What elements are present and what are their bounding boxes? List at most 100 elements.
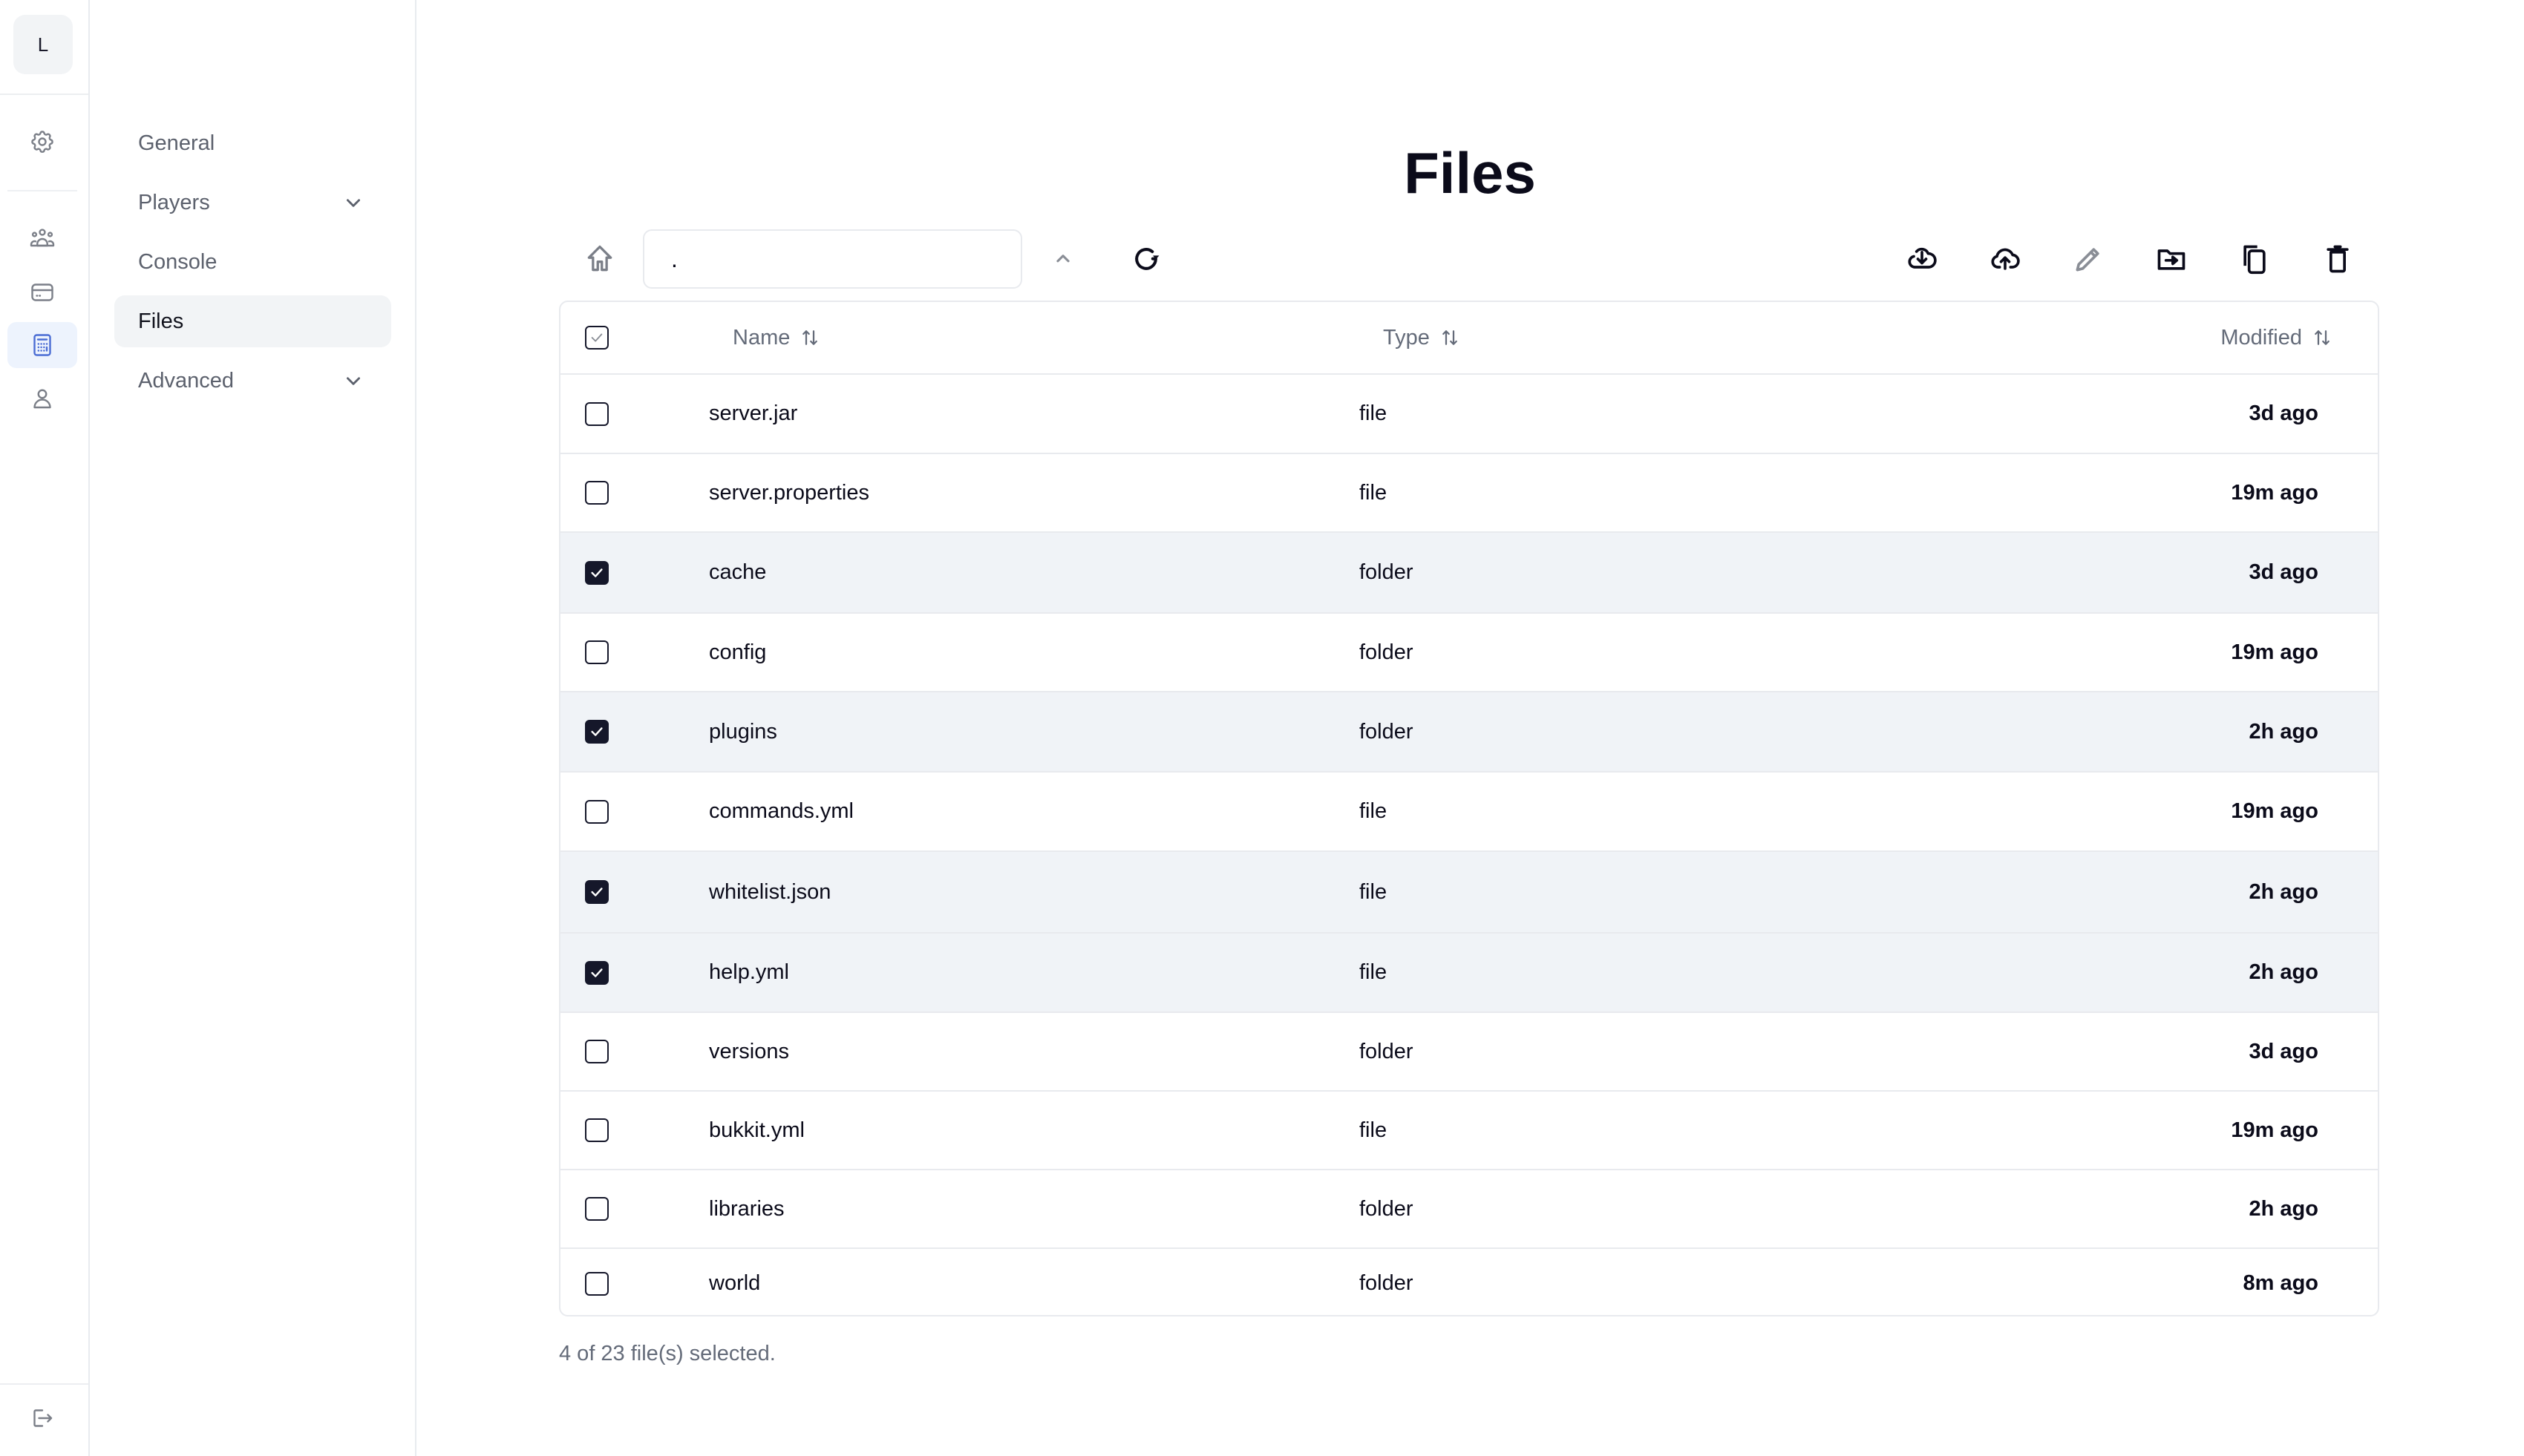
table-row[interactable]: server.properties file 19m ago [560, 454, 2378, 533]
upload-icon [1991, 248, 2020, 270]
file-name[interactable]: config [709, 614, 766, 691]
rename-button[interactable] [2062, 233, 2114, 285]
row-checkbox[interactable] [585, 640, 609, 664]
row-checkbox[interactable] [585, 799, 609, 824]
sort-icon [802, 330, 818, 345]
check-icon [591, 568, 603, 577]
column-header-type[interactable]: Type [1383, 302, 1461, 373]
rail-settings-button[interactable] [7, 119, 77, 165]
row-select-cell [585, 1170, 609, 1247]
sidebar-item-console[interactable]: Console [114, 236, 391, 288]
file-type: file [1359, 879, 1387, 904]
file-modified: 19m ago [2231, 640, 2318, 664]
table-row[interactable]: bukkit.yml file 19m ago [560, 1092, 2378, 1170]
file-name[interactable]: help.yml [709, 934, 789, 1011]
file-modified: 2h ago [2249, 719, 2318, 744]
row-checkbox[interactable] [585, 1197, 609, 1221]
download-icon [1908, 247, 1937, 269]
section-sidebar: General Players Console Files Advanced [90, 0, 416, 1456]
column-label: Modified [2220, 325, 2302, 350]
upload-button[interactable] [1979, 233, 2031, 285]
select-all-checkbox[interactable] [585, 326, 609, 350]
delete-icon [2327, 245, 2349, 273]
settings-icon [31, 131, 53, 153]
file-name[interactable]: server.properties [709, 454, 869, 531]
sidebar-item-general[interactable]: General [114, 117, 391, 169]
row-checkbox[interactable] [585, 401, 609, 426]
file-name[interactable]: whitelist.json [709, 852, 831, 932]
sidebar-item-advanced[interactable]: Advanced [114, 355, 391, 407]
table-row[interactable]: whitelist.json file 2h ago [560, 852, 2378, 934]
calculator-icon [33, 334, 51, 356]
row-checkbox[interactable] [585, 560, 609, 585]
download-button[interactable] [1896, 233, 1948, 285]
file-type: folder [1359, 1039, 1413, 1063]
rail-players-button[interactable] [7, 216, 77, 262]
file-modified: 3d ago [2249, 401, 2318, 425]
refresh-button[interactable] [1120, 233, 1172, 285]
row-select-cell [585, 375, 609, 453]
parent-directory-button[interactable] [1037, 233, 1089, 285]
rail-billing-button[interactable] [7, 269, 77, 315]
table-row[interactable]: server.jar file 3d ago [560, 375, 2378, 454]
select-all-cell [585, 302, 609, 373]
file-type: file [1359, 960, 1387, 984]
row-checkbox[interactable] [585, 1040, 609, 1063]
table-row[interactable]: config folder 19m ago [560, 614, 2378, 692]
logout-button[interactable] [7, 1395, 77, 1441]
row-select-cell [585, 1249, 609, 1315]
file-name[interactable]: world [709, 1249, 760, 1315]
avatar[interactable]: L [13, 15, 73, 74]
file-type: folder [1359, 640, 1413, 664]
column-label: Type [1383, 325, 1430, 350]
rail-files-button[interactable] [7, 322, 77, 368]
file-type: folder [1359, 1271, 1413, 1295]
table-row[interactable]: libraries folder 2h ago [560, 1170, 2378, 1249]
avatar-letter: L [37, 33, 49, 56]
row-checkbox[interactable] [585, 960, 609, 985]
sidebar-item-label: General [138, 131, 215, 155]
row-checkbox[interactable] [585, 880, 609, 904]
sidebar-item-players[interactable]: Players [114, 177, 391, 229]
check-icon [591, 968, 603, 977]
table-row[interactable]: help.yml file 2h ago [560, 934, 2378, 1013]
divider [0, 1383, 88, 1385]
file-modified: 19m ago [2231, 799, 2318, 823]
file-type: folder [1359, 719, 1413, 744]
row-checkbox[interactable] [585, 1118, 609, 1142]
column-header-modified[interactable]: Modified [2220, 302, 2333, 373]
copy-button[interactable] [2229, 233, 2281, 285]
column-header-name[interactable]: Name [733, 302, 821, 373]
file-modified: 19m ago [2231, 480, 2318, 505]
file-name[interactable]: commands.yml [709, 773, 854, 850]
file-name[interactable]: cache [709, 533, 766, 612]
row-checkbox[interactable] [585, 481, 609, 505]
file-modified: 19m ago [2231, 1118, 2318, 1142]
path-input[interactable] [643, 229, 1022, 289]
row-checkbox[interactable] [585, 1271, 609, 1296]
sidebar-item-label: Advanced [138, 368, 234, 393]
refresh-icon [1135, 248, 1160, 270]
delete-button[interactable] [2312, 233, 2364, 285]
file-name[interactable]: server.jar [709, 375, 797, 453]
sort-icon [1442, 330, 1457, 345]
chevron-down-icon [347, 377, 360, 385]
table-row[interactable]: versions folder 3d ago [560, 1013, 2378, 1092]
row-checkbox[interactable] [585, 720, 609, 744]
table-row[interactable]: plugins folder 2h ago [560, 692, 2378, 773]
table-row[interactable]: world folder 8m ago [560, 1249, 2378, 1315]
move-button[interactable] [2145, 233, 2197, 285]
file-name[interactable]: bukkit.yml [709, 1092, 805, 1169]
table-row[interactable]: cache folder 3d ago [560, 533, 2378, 614]
table-row[interactable]: commands.yml file 19m ago [560, 773, 2378, 852]
file-name[interactable]: libraries [709, 1170, 785, 1247]
file-type: file [1359, 480, 1387, 505]
home-button[interactable] [574, 233, 626, 285]
sidebar-item-files[interactable]: Files [114, 295, 391, 347]
file-modified: 2h ago [2249, 960, 2318, 984]
check-icon [591, 727, 603, 736]
file-name[interactable]: plugins [709, 692, 777, 771]
row-select-cell [585, 773, 609, 850]
file-name[interactable]: versions [709, 1013, 789, 1090]
rail-account-button[interactable] [7, 376, 77, 422]
